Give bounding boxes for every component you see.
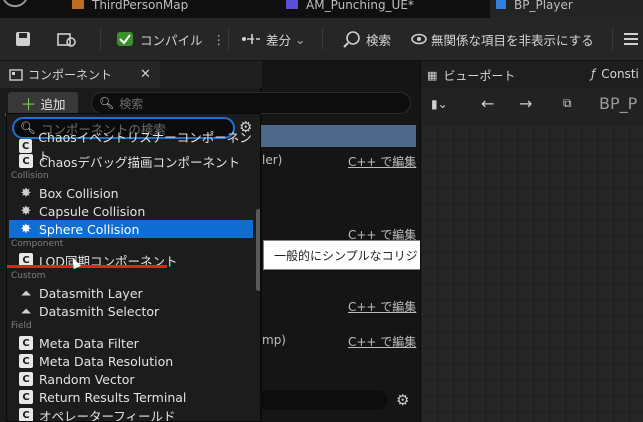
- panel-header: コンポーネント ✕: [0, 61, 262, 88]
- graph-breadcrumb[interactable]: BP_P: [599, 94, 637, 113]
- ue-logo-tab[interactable]: [0, 0, 36, 18]
- add-component-button[interactable]: ＋ 追加: [8, 92, 78, 114]
- hierarchy-icon[interactable]: ⧉: [563, 96, 572, 111]
- find-button[interactable]: 検索: [342, 28, 391, 50]
- search-icon: 🔍︎: [99, 96, 115, 110]
- blueprint-icon: [496, 0, 506, 9]
- compile-check-icon: [117, 32, 133, 46]
- list-item[interactable]: ✸ Capsule Collision: [9, 202, 253, 220]
- cpp-class-icon: C: [19, 354, 33, 368]
- plus-icon: ＋: [20, 95, 37, 114]
- cpp-class-icon: C: [19, 154, 33, 168]
- cpp-class-icon: C: [19, 139, 33, 153]
- toolbar-separator: [322, 28, 323, 50]
- chevron-down-icon: ⌄: [295, 31, 306, 47]
- tab-am-punching[interactable]: AM_Punching_UE*: [286, 0, 456, 18]
- components-search-input[interactable]: 🔍︎ 検索: [91, 92, 411, 114]
- category-header: Collision: [11, 171, 49, 181]
- save-button[interactable]: [14, 28, 32, 50]
- anim-montage-icon: [286, 0, 298, 9]
- list-item[interactable]: C Chaosデバッグ描画コンポーネント: [9, 152, 253, 170]
- settings-icon: [624, 33, 638, 45]
- cpp-class-icon: C: [19, 390, 33, 404]
- browse-button[interactable]: [56, 28, 78, 50]
- list-item[interactable]: C Return Results Terminal: [9, 388, 253, 406]
- tab-third-person-map[interactable]: ThirdPersonMap: [72, 0, 222, 18]
- function-icon: ƒ: [591, 67, 596, 81]
- selected-row-highlight: [248, 125, 416, 147]
- details-search-input[interactable]: [258, 390, 388, 410]
- cpp-class-icon: C: [19, 372, 33, 386]
- diff-icon: [242, 34, 260, 44]
- list-item[interactable]: ✸ Box Collision: [9, 184, 253, 202]
- components-tab[interactable]: コンポーネント: [0, 61, 160, 88]
- close-icon[interactable]: ✕: [140, 67, 152, 82]
- tab-bp-player[interactable]: BP_Player: [490, 0, 643, 18]
- compile-options-icon[interactable]: ⋮: [213, 32, 226, 47]
- row-text: ler): [262, 153, 283, 167]
- hide-unrelated-button[interactable]: 無関係な項目を非表示にする: [410, 28, 594, 50]
- graph-toolbar: ▮⌄ ← → ⧉ BP_P: [421, 88, 643, 124]
- datasmith-icon: ⏶: [21, 285, 31, 300]
- red-annotation-underline: [7, 265, 167, 268]
- level-icon: [72, 0, 84, 9]
- list-item[interactable]: C オペレーターフィールド: [9, 406, 253, 421]
- edit-cpp-link[interactable]: C++ で編集: [348, 298, 416, 315]
- document-tab-strip: ThirdPersonMap AM_Punching_UE* BP_Player: [0, 0, 643, 18]
- component-list: C Chaosイベントリスナーコンポーネント C Chaosデバッグ描画コンポー…: [7, 130, 255, 421]
- collision-icon: ✸: [20, 203, 32, 219]
- toolbar-separator: [100, 28, 101, 50]
- list-item[interactable]: C Meta Data Filter: [9, 334, 253, 352]
- graph-grid-canvas[interactable]: [421, 124, 643, 422]
- cpp-class-icon: C: [19, 408, 33, 421]
- main-toolbar: コンパイル ⋮ 差分 ⌄ 検索 無関係な項目を非表示にする: [0, 18, 643, 61]
- add-component-dropdown: 🔍︎ コンポーネントの検索 ⚙ C Chaosイベントリスナーコンポーネント C…: [6, 113, 261, 422]
- list-item[interactable]: C Meta Data Resolution: [9, 352, 253, 370]
- list-item[interactable]: ⏶ Datasmith Layer: [9, 284, 253, 302]
- find-icon: [343, 31, 360, 48]
- more-options-button[interactable]: [622, 28, 640, 50]
- collision-icon: ✸: [20, 221, 32, 237]
- edit-cpp-link[interactable]: C++ で編集: [348, 153, 416, 170]
- cpp-class-icon: C: [19, 336, 33, 350]
- list-item[interactable]: C Random Vector: [9, 370, 253, 388]
- category-header: Custom: [11, 271, 46, 281]
- bookmark-icon[interactable]: ▮⌄: [431, 97, 448, 111]
- components-icon: [9, 68, 23, 81]
- right-panel-header: ▦ ビューポート ƒ Consti: [421, 61, 643, 88]
- collision-icon: ✸: [20, 185, 32, 201]
- toolbar-separator: [228, 28, 229, 50]
- tab-viewport[interactable]: ▦ ビューポート: [427, 67, 515, 84]
- gear-icon[interactable]: ⚙: [396, 391, 409, 409]
- diff-button[interactable]: 差分 ⌄: [240, 28, 306, 50]
- edit-cpp-link[interactable]: C++ で編集: [348, 333, 416, 350]
- row-text: mp): [262, 333, 286, 347]
- category-header: Component: [11, 239, 64, 249]
- unreal-logo-icon: [3, 0, 27, 7]
- viewport-icon: ▦: [427, 69, 438, 82]
- eye-icon: [411, 33, 427, 45]
- save-icon: [16, 32, 30, 46]
- search-icon: 🔍︎: [20, 120, 36, 135]
- back-arrow-icon[interactable]: ←: [481, 94, 494, 113]
- list-item[interactable]: ⏶ Datasmith Selector: [9, 302, 253, 320]
- tab-construction-script[interactable]: ƒ Consti: [591, 67, 639, 81]
- list-item-sphere-collision[interactable]: ✸ Sphere Collision: [9, 220, 253, 238]
- category-header: Field: [11, 321, 32, 331]
- forward-arrow-icon[interactable]: →: [519, 94, 532, 113]
- dropdown-scrollbar[interactable]: [256, 209, 260, 291]
- toolbar-separator: [612, 28, 613, 50]
- viewport-panel: ▦ ビューポート ƒ Consti ▮⌄ ← → ⧉ BP_P: [420, 61, 643, 422]
- compile-button[interactable]: コンパイル ⋮: [116, 28, 225, 50]
- browse-folder-icon: [57, 33, 76, 47]
- datasmith-icon: ⏶: [21, 303, 31, 318]
